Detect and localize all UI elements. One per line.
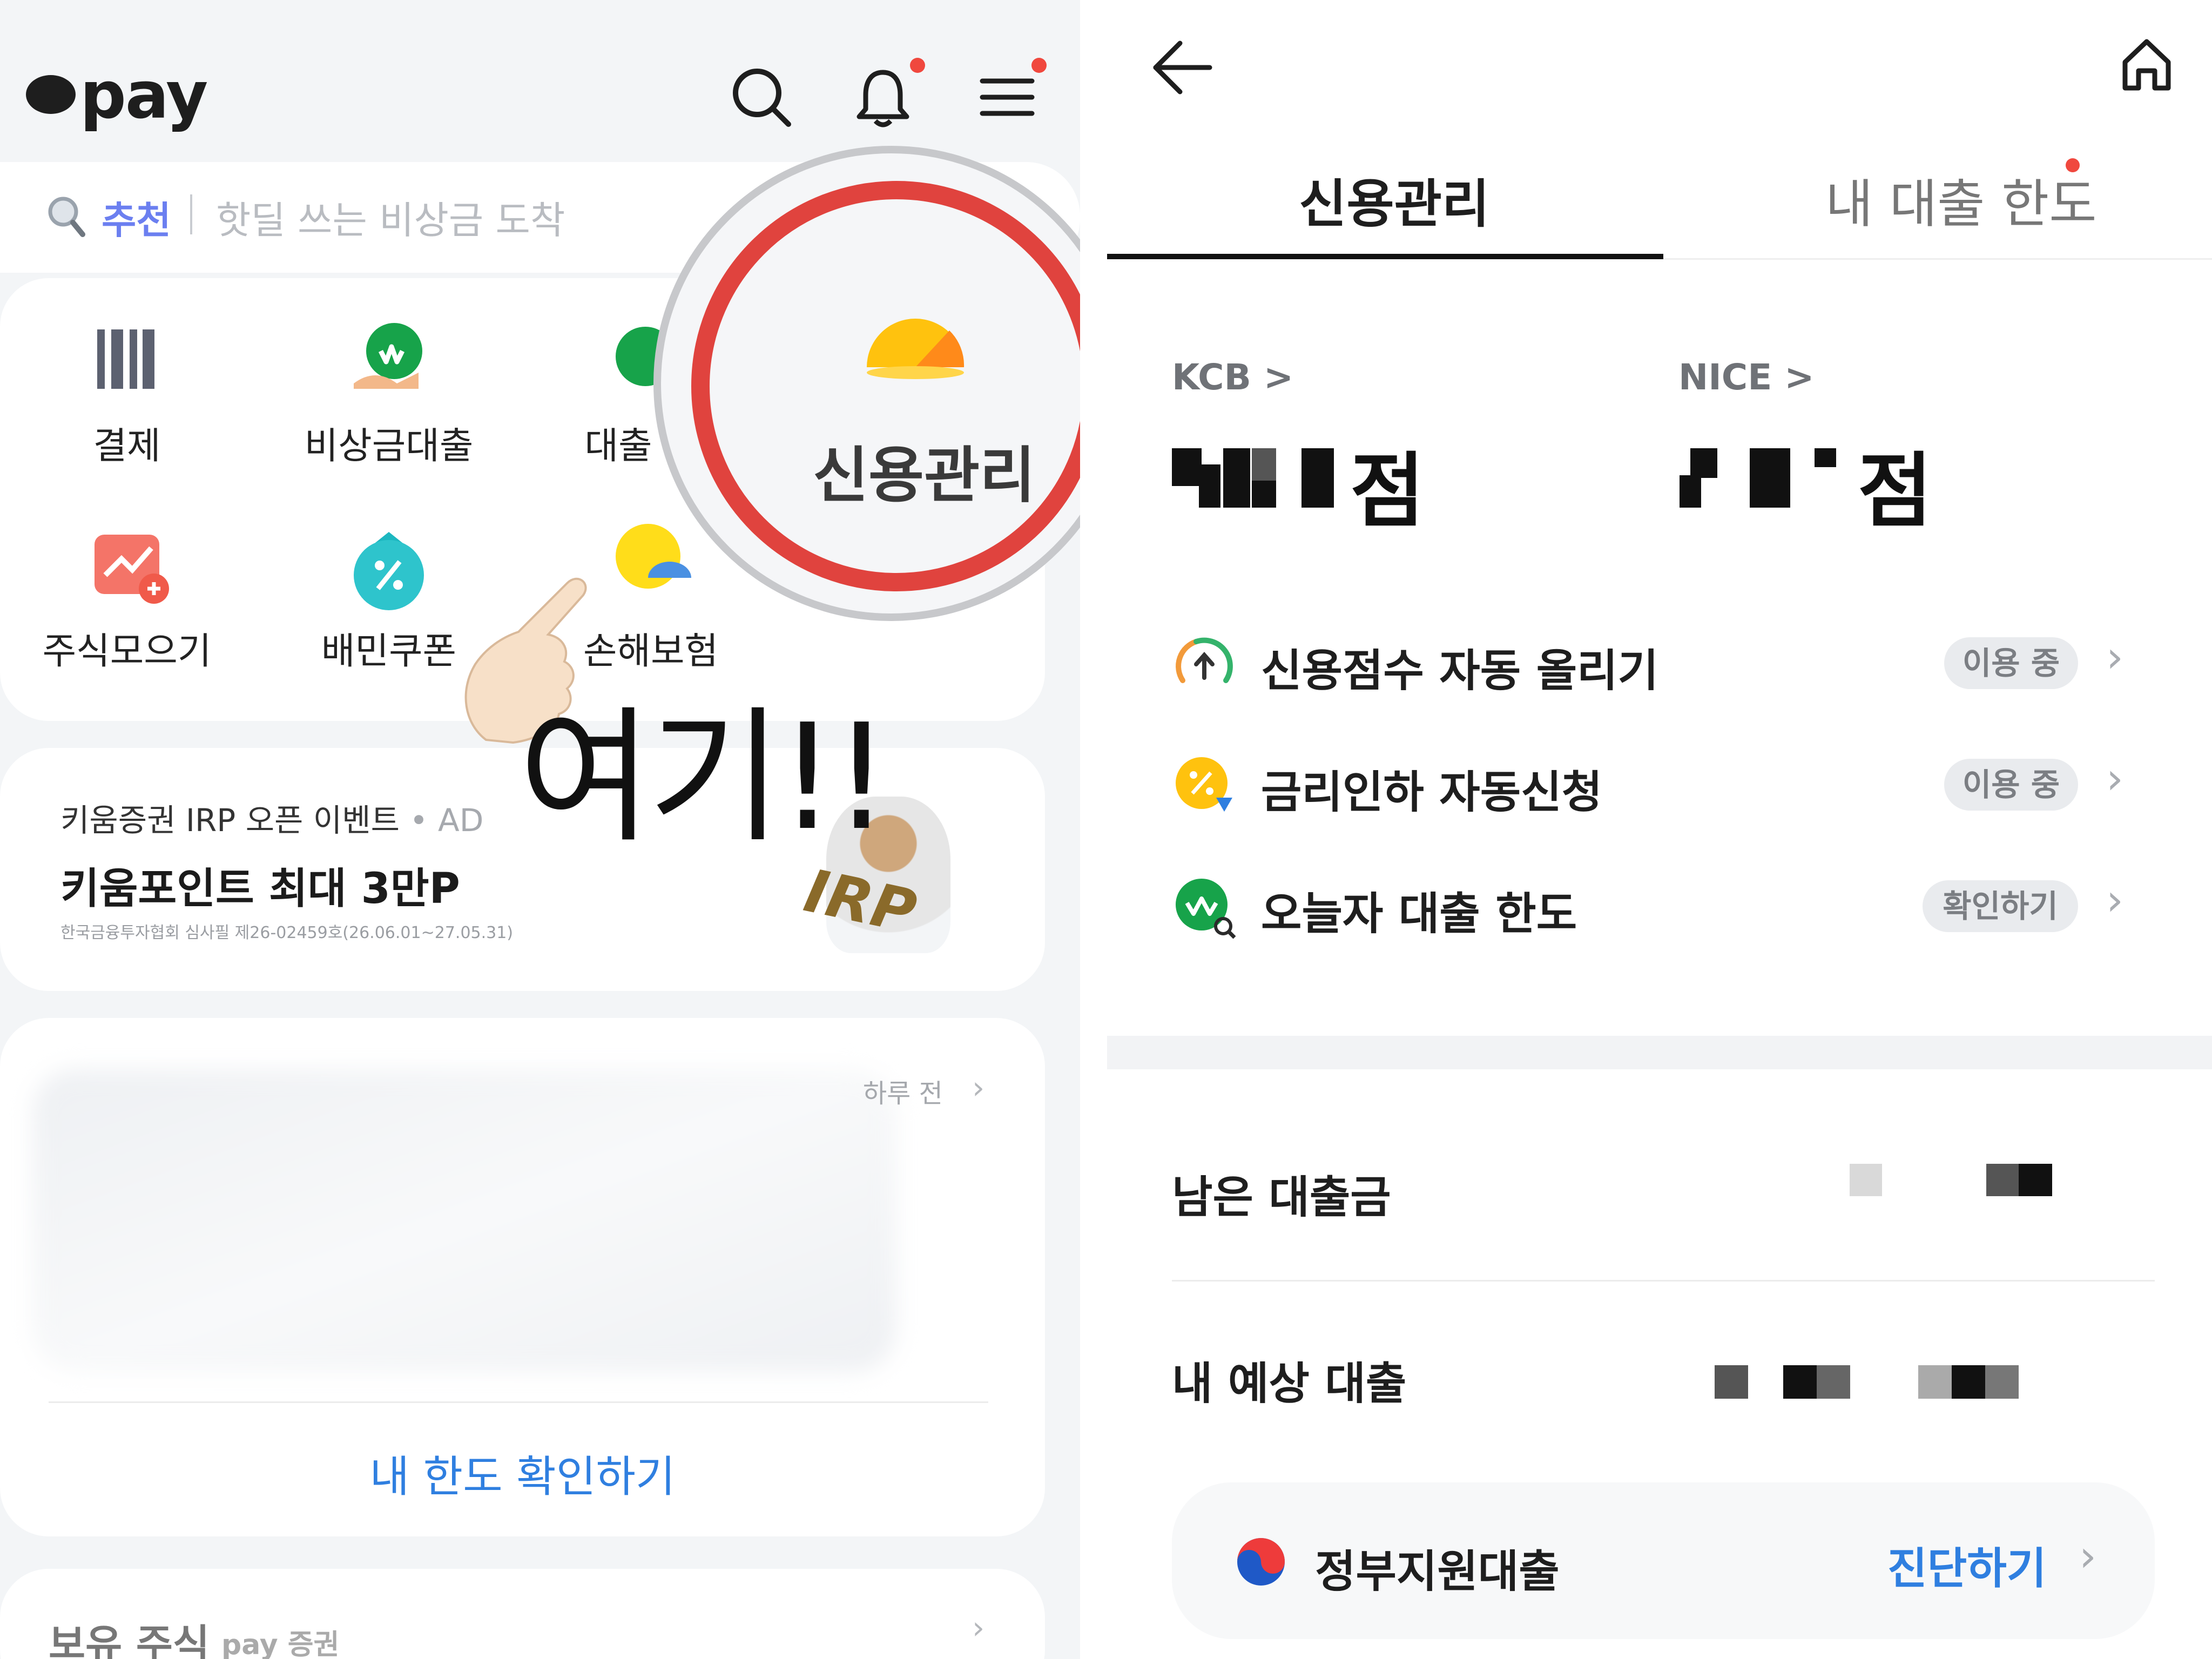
ad-title: 키움증권 IRP 오픈 이벤트 • AD [60, 802, 484, 839]
active-tab-indicator [1107, 254, 1663, 259]
credit-boost-status: 이용 중 [1944, 637, 2078, 689]
credit-boost-label[interactable]: 신용점수 자동 올리기 [1261, 635, 1658, 699]
ad-disclaimer: 한국금융투자협회 심사필 제26-02459호(26.06.01~27.05.3… [60, 923, 514, 942]
search-icon[interactable] [729, 65, 794, 130]
magnifier-icon [48, 197, 85, 237]
pay-securities-label: pay 증권 [221, 1629, 340, 1659]
loan-limit-icon [1176, 879, 1236, 939]
tab-divider [1663, 258, 2212, 260]
section-separator [1107, 1036, 2212, 1069]
search-placeholder: 핫딜 쓰는 비상금 도착 [216, 198, 565, 242]
stock-section-title: 보유 주식 [49, 1621, 210, 1659]
bell-icon[interactable] [851, 65, 915, 130]
menu-payment[interactable]: 결제 [14, 416, 240, 469]
chevron-right-icon[interactable]: › [972, 1069, 984, 1106]
kcb-score-unit: 점 [1350, 444, 1425, 538]
nice-link[interactable]: NICE > [1678, 356, 1815, 398]
kcb-link[interactable]: KCB > [1172, 356, 1293, 398]
emergency-loan-icon [354, 323, 422, 389]
rate-cut-label[interactable]: 금리인하 자동신청 [1261, 756, 1602, 820]
overlay-caption: 여기!! [518, 692, 891, 862]
kakaopay-home-screen: pay 추천 핫딜 쓰는 비상금 도착 결제 비상금대출 대출 주식모으기 배민… [0, 0, 1080, 1659]
stock-savings-icon [95, 535, 169, 604]
search-recommend-tag: 추천 [102, 198, 171, 242]
diagnose-button[interactable]: 진단하기 [1887, 1534, 2046, 1596]
tab-my-loan-limit[interactable]: 내 대출 한도 [1825, 162, 2097, 237]
menu-emergency-loan[interactable]: 비상금대출 [275, 416, 502, 469]
tab-alert-dot [2066, 158, 2080, 172]
rate-cut-status: 이용 중 [1944, 759, 2078, 811]
credit-boost-icon [1176, 637, 1233, 683]
chevron-right-icon[interactable]: › [2106, 753, 2123, 804]
chevron-right-icon[interactable]: › [2106, 875, 2123, 925]
expected-loan-label: 내 예상 대출 [1172, 1358, 1407, 1410]
menu-alert-dot [1031, 58, 1047, 73]
credit-gauge-icon [867, 319, 965, 379]
home-icon[interactable] [2117, 35, 2176, 95]
search-divider [190, 194, 192, 234]
back-arrow-icon[interactable] [1150, 38, 1215, 97]
blurred-content [32, 1069, 896, 1372]
check-my-limit-link[interactable]: 내 한도 확인하기 [0, 1442, 1045, 1505]
rate-cut-icon [1176, 757, 1232, 812]
chevron-right-icon[interactable]: › [2106, 632, 2123, 682]
taegeuk-icon [1237, 1538, 1285, 1586]
row-divider [1172, 1280, 2155, 1282]
menu-icon[interactable] [975, 65, 1040, 130]
stock-chevron-icon[interactable]: › [972, 1609, 984, 1646]
timestamp: 하루 전 [863, 1078, 943, 1109]
nice-score-unit: 점 [1858, 444, 1933, 538]
menu-stock-savings[interactable]: 주식모으기 [14, 621, 240, 675]
chevron-right-icon[interactable]: › [2079, 1531, 2096, 1581]
ad-headline: 키움포인트 최대 3만P [60, 865, 460, 913]
check-limit-button[interactable]: 확인하기 [1923, 880, 2078, 932]
todays-loan-limit-label[interactable]: 오늘자 대출 한도 [1261, 878, 1577, 942]
chat-bubble-icon [26, 75, 76, 114]
notification-dot [910, 58, 925, 73]
tab-credit-management[interactable]: 신용관리 [1299, 162, 1489, 237]
kakaopay-logo[interactable]: pay [26, 58, 208, 133]
credit-management-menu[interactable]: 신용관리 [813, 427, 1035, 514]
baemin-coupon-icon [354, 532, 424, 610]
insurance-icon [616, 524, 691, 589]
barcode-icon [97, 329, 154, 389]
brand-text: pay [80, 58, 208, 133]
government-loan-label: 정부지원대출 [1315, 1546, 1560, 1597]
card-divider [49, 1401, 988, 1403]
highlight-ring [691, 181, 1080, 591]
remaining-loan-label: 남은 대출금 [1172, 1172, 1391, 1223]
